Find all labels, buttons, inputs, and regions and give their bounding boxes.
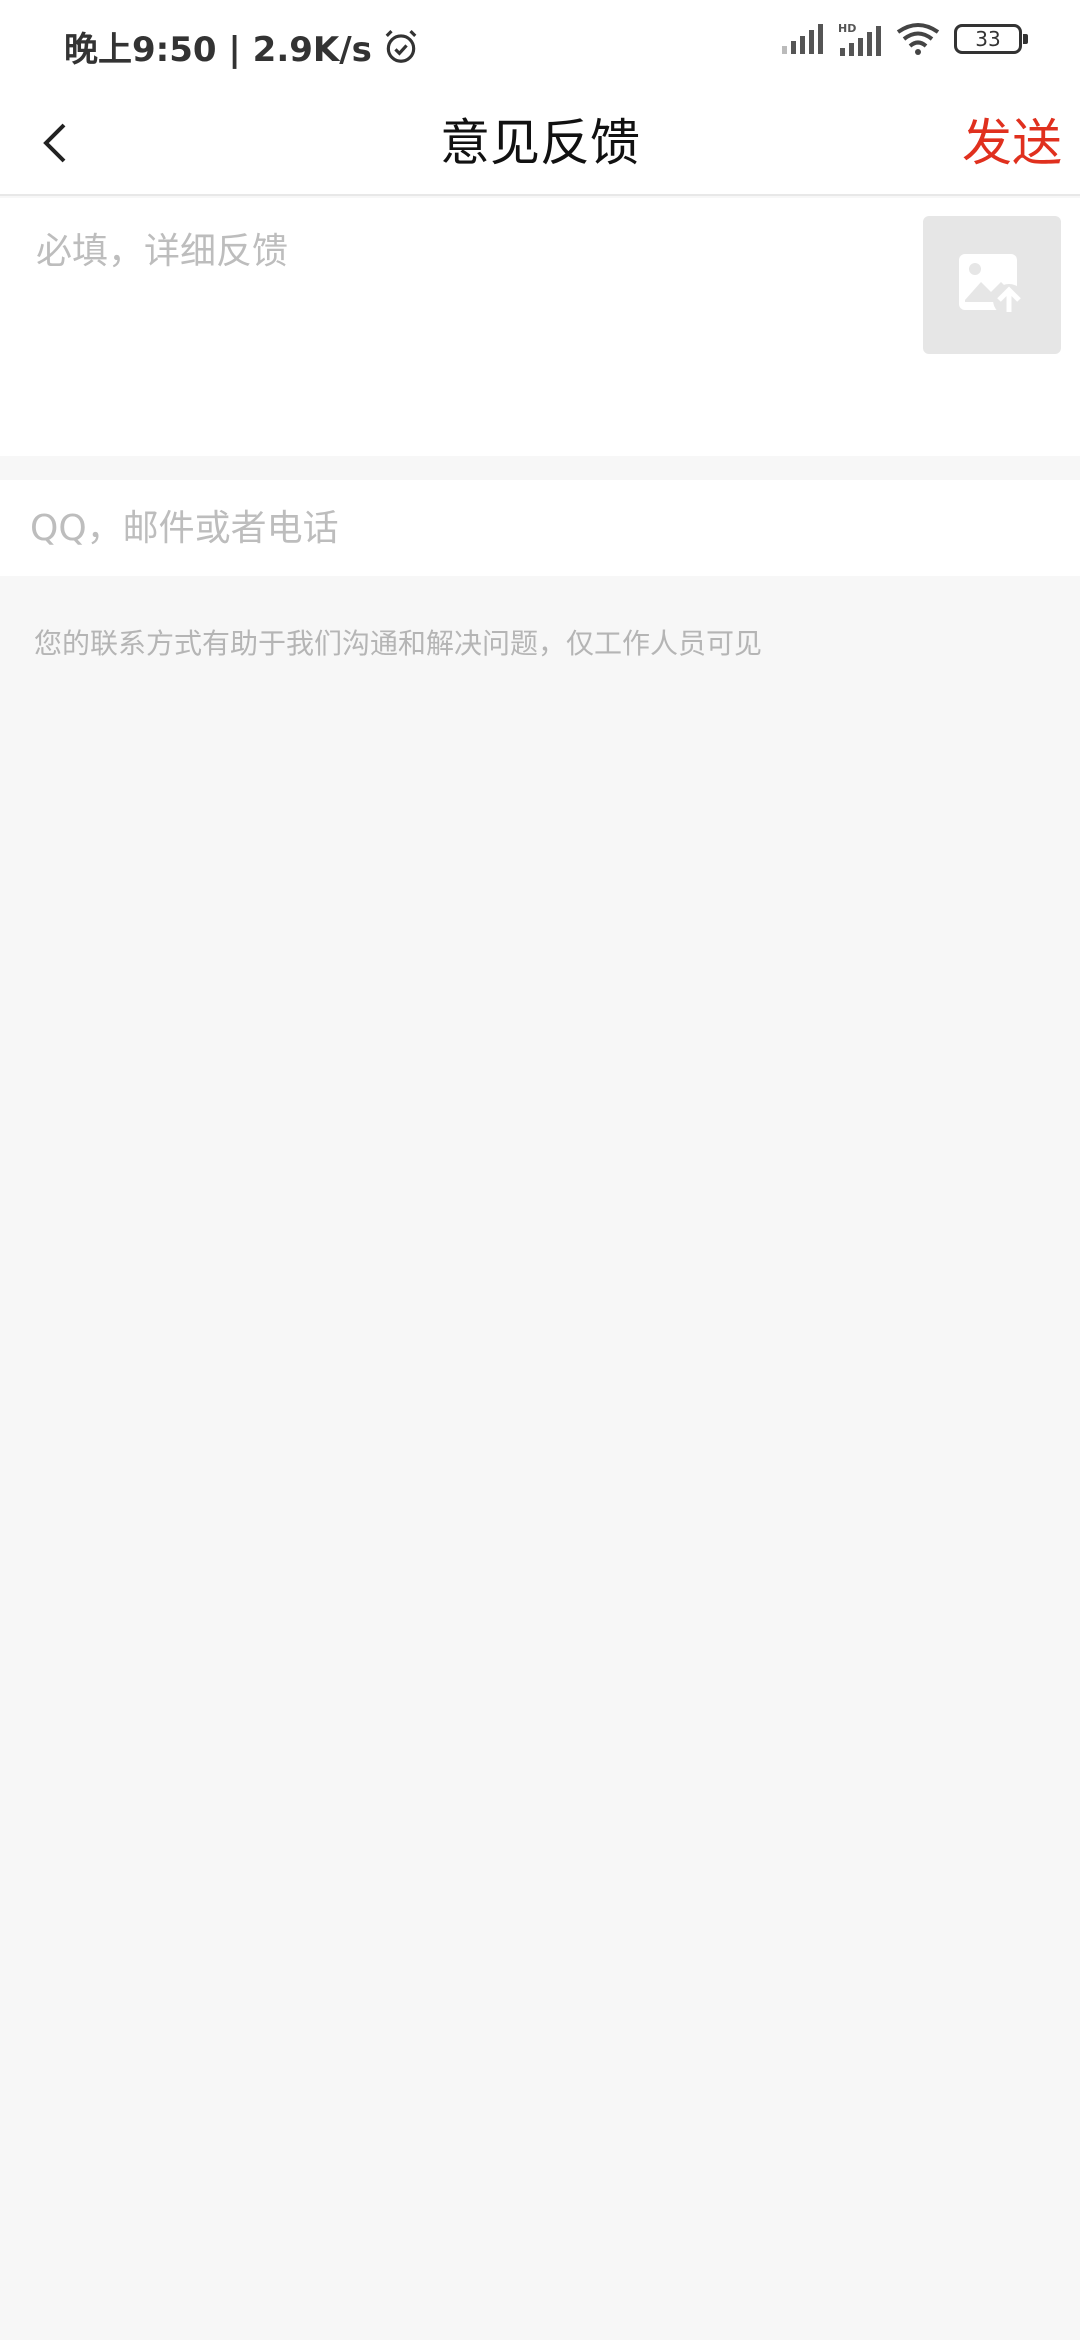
contact-input[interactable]: [28, 480, 1048, 576]
app-header: 意见反馈 发送: [0, 90, 1080, 196]
signal-icon: [782, 24, 824, 54]
svg-text:HD: HD: [838, 22, 856, 35]
alarm-icon: [385, 29, 417, 63]
hd-signal-icon: HD: [838, 22, 882, 56]
page-title: 意见反馈: [440, 114, 640, 172]
status-bar: 晚上9:50 | 2.9K/s HD 33: [0, 0, 1080, 90]
feedback-section: [0, 198, 1080, 456]
contact-hint: 您的联系方式有助于我们沟通和解决问题，仅工作人员可见: [34, 627, 763, 660]
feedback-textarea[interactable]: [34, 220, 894, 420]
contact-section: [0, 480, 1080, 576]
wifi-icon: [896, 22, 940, 56]
status-icons: HD 33: [782, 22, 1028, 56]
image-upload-button[interactable]: [923, 216, 1061, 354]
image-upload-icon: [959, 254, 1025, 316]
status-time-text: 晚上9:50 | 2.9K/s: [64, 30, 372, 70]
battery-icon: 33: [954, 24, 1028, 54]
status-time: 晚上9:50 | 2.9K/s: [64, 22, 420, 71]
battery-level: 33: [975, 27, 1001, 51]
send-button[interactable]: 发送: [962, 108, 1062, 178]
